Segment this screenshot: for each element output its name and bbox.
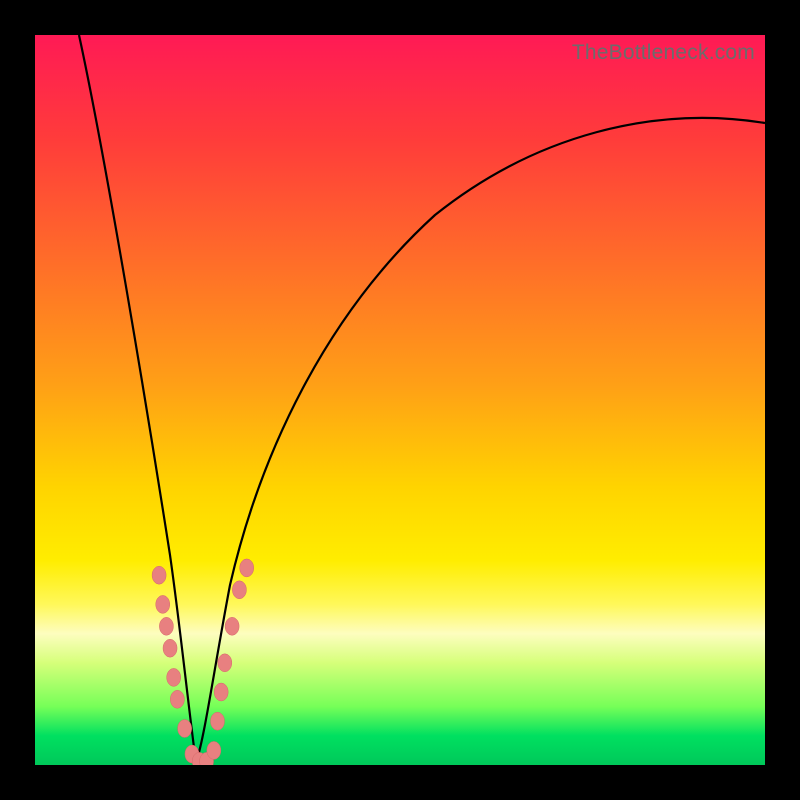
data-marker xyxy=(178,720,192,738)
data-marker xyxy=(152,566,166,584)
right-curve xyxy=(196,118,765,763)
data-marker xyxy=(156,595,170,613)
data-marker xyxy=(207,741,221,759)
data-marker xyxy=(214,683,228,701)
data-marker xyxy=(170,690,184,708)
data-marker xyxy=(163,639,177,657)
left-curve xyxy=(79,35,196,763)
chart-frame: TheBottleneck.com xyxy=(0,0,800,800)
plot-area: TheBottleneck.com xyxy=(35,35,765,765)
curve-layer xyxy=(35,35,765,765)
data-marker xyxy=(232,581,246,599)
data-marker xyxy=(159,617,173,635)
data-marker xyxy=(240,559,254,577)
data-marker xyxy=(218,654,232,672)
data-marker xyxy=(225,617,239,635)
data-marker xyxy=(167,668,181,686)
data-marker xyxy=(211,712,225,730)
